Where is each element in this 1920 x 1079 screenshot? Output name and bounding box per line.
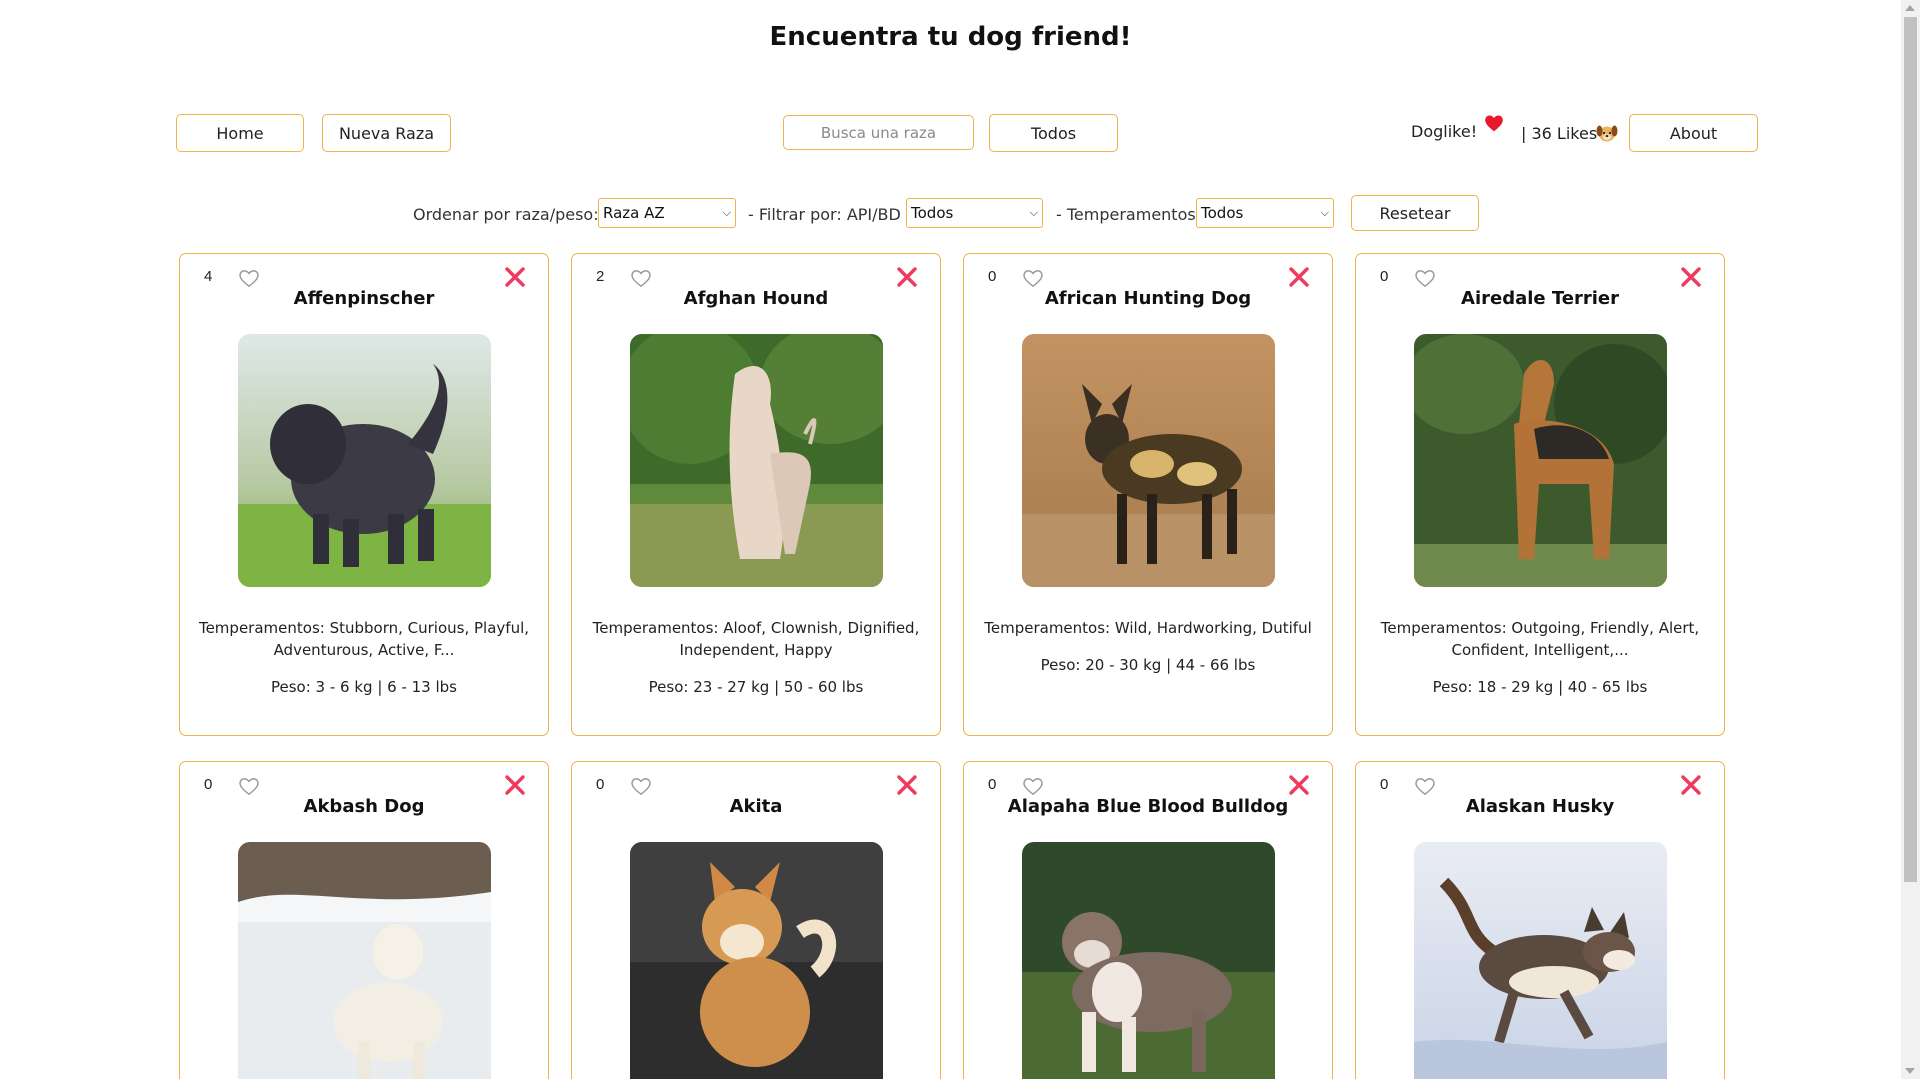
dog-card[interactable]: 0 Akita xyxy=(571,761,941,1079)
doglike-label: Doglike! xyxy=(1411,122,1478,141)
heart-outline-icon[interactable] xyxy=(630,268,652,288)
search-input[interactable] xyxy=(783,115,974,150)
heart-outline-icon[interactable] xyxy=(1414,268,1436,288)
dog-photo xyxy=(630,842,883,1079)
breed-name: Afghan Hound xyxy=(683,288,829,309)
breed-name: Alapaha Blue Blood Bulldog xyxy=(1007,796,1289,817)
scrollbar-thumb[interactable] xyxy=(1904,17,1917,882)
source-label: - Filtrar por: API/BD xyxy=(748,205,901,224)
dog-card[interactable]: 0 Airedale Terrier Temperamentos: Outgoi… xyxy=(1355,253,1725,736)
close-icon[interactable] xyxy=(504,774,526,796)
temper-select-value: Todos xyxy=(1201,204,1244,222)
order-select-value: Raza AZ xyxy=(603,204,665,222)
dog-card[interactable]: 0 Alaskan Husky xyxy=(1355,761,1725,1079)
like-count: 0 xyxy=(596,776,605,793)
dog-face-icon xyxy=(1596,125,1618,142)
dog-card[interactable]: 4 Affenpinscher Temperamentos: Stubborn,… xyxy=(179,253,549,736)
heart-icon[interactable] xyxy=(1484,113,1504,133)
dog-photo xyxy=(238,334,491,587)
page: Encuentra tu dog friend! Home Nueva Raza… xyxy=(0,0,1901,1079)
reset-button[interactable]: Resetear xyxy=(1351,195,1479,231)
like-count: 0 xyxy=(988,268,997,285)
chevron-down-icon: ⌵ xyxy=(722,206,731,219)
dog-photo xyxy=(238,842,491,1079)
weight: Peso: 3 - 6 kg | 6 - 13 lbs xyxy=(270,678,457,696)
source-select-value: Todos xyxy=(911,204,954,222)
heart-outline-icon[interactable] xyxy=(1414,776,1436,796)
dog-card[interactable]: 0 Akbash Dog xyxy=(179,761,549,1079)
heart-outline-icon[interactable] xyxy=(238,776,260,796)
nueva-raza-button[interactable]: Nueva Raza xyxy=(322,114,451,152)
dog-photo xyxy=(1414,334,1667,587)
breed-name: Alaskan Husky xyxy=(1465,796,1615,817)
like-count: 0 xyxy=(204,776,213,793)
breed-name: Akbash Dog xyxy=(303,796,425,817)
weight: Peso: 18 - 29 kg | 40 - 65 lbs xyxy=(1432,678,1648,696)
temper-select[interactable]: Todos ⌵ xyxy=(1196,198,1334,228)
chevron-down-icon: ⌵ xyxy=(1320,206,1329,219)
dog-card[interactable]: 0 African Hunting Dog Temperamentos: Wil… xyxy=(963,253,1333,736)
dog-card[interactable]: 0 Alapaha Blue Blood Bulldog xyxy=(963,761,1333,1079)
breed-name: Airedale Terrier xyxy=(1461,288,1619,309)
close-icon[interactable] xyxy=(896,266,918,288)
close-icon[interactable] xyxy=(504,266,526,288)
filters-bar: Ordenar por raza/peso: Raza AZ ⌵ - Filtr… xyxy=(0,195,1901,232)
scroll-up-icon[interactable] xyxy=(1905,5,1915,11)
dog-photo xyxy=(1022,842,1275,1079)
dog-photo xyxy=(1414,842,1667,1079)
source-select[interactable]: Todos ⌵ xyxy=(906,198,1043,228)
temperaments: Temperamentos: Wild, Hardworking, Dutifu… xyxy=(984,619,1312,637)
like-count: 0 xyxy=(1380,268,1389,285)
breed-name: Akita xyxy=(729,796,783,817)
temper-label: - Temperamentos xyxy=(1056,205,1196,224)
vertical-scrollbar[interactable] xyxy=(1901,0,1920,1079)
close-icon[interactable] xyxy=(896,774,918,796)
likes-count: | 36 Likes xyxy=(1521,124,1598,143)
breed-name: Affenpinscher xyxy=(293,288,435,309)
temperaments: Temperamentos: Stubborn, Curious, Playfu… xyxy=(198,619,530,659)
scroll-down-icon[interactable] xyxy=(1905,1068,1915,1074)
weight: Peso: 20 - 30 kg | 44 - 66 lbs xyxy=(1040,656,1256,674)
like-count: 2 xyxy=(596,268,605,285)
close-icon[interactable] xyxy=(1288,266,1310,288)
close-icon[interactable] xyxy=(1680,774,1702,796)
chevron-down-icon: ⌵ xyxy=(1029,206,1038,219)
weight: Peso: 23 - 27 kg | 50 - 60 lbs xyxy=(648,678,864,696)
dog-photo xyxy=(1022,334,1275,587)
close-icon[interactable] xyxy=(1680,266,1702,288)
home-button[interactable]: Home xyxy=(176,114,304,152)
about-button[interactable]: About xyxy=(1629,114,1758,152)
heart-outline-icon[interactable] xyxy=(1022,776,1044,796)
like-count: 4 xyxy=(204,268,213,285)
order-select[interactable]: Raza AZ ⌵ xyxy=(598,198,736,228)
order-label: Ordenar por raza/peso: xyxy=(413,205,599,224)
like-count: 0 xyxy=(1380,776,1389,793)
temperaments: Temperamentos: Outgoing, Friendly, Alert… xyxy=(1380,619,1700,659)
heart-outline-icon[interactable] xyxy=(1022,268,1044,288)
heart-outline-icon[interactable] xyxy=(238,268,260,288)
temperaments: Temperamentos: Aloof, Clownish, Dignifie… xyxy=(592,619,920,659)
todos-button[interactable]: Todos xyxy=(989,114,1118,152)
close-icon[interactable] xyxy=(1288,774,1310,796)
dog-card[interactable]: 2 Afghan Hound Temperamentos: Aloof, Clo… xyxy=(571,253,941,736)
page-title: Encuentra tu dog friend! xyxy=(769,22,1132,52)
like-count: 0 xyxy=(988,776,997,793)
dog-photo xyxy=(630,334,883,587)
heart-outline-icon[interactable] xyxy=(630,776,652,796)
breed-name: African Hunting Dog xyxy=(1044,288,1252,309)
